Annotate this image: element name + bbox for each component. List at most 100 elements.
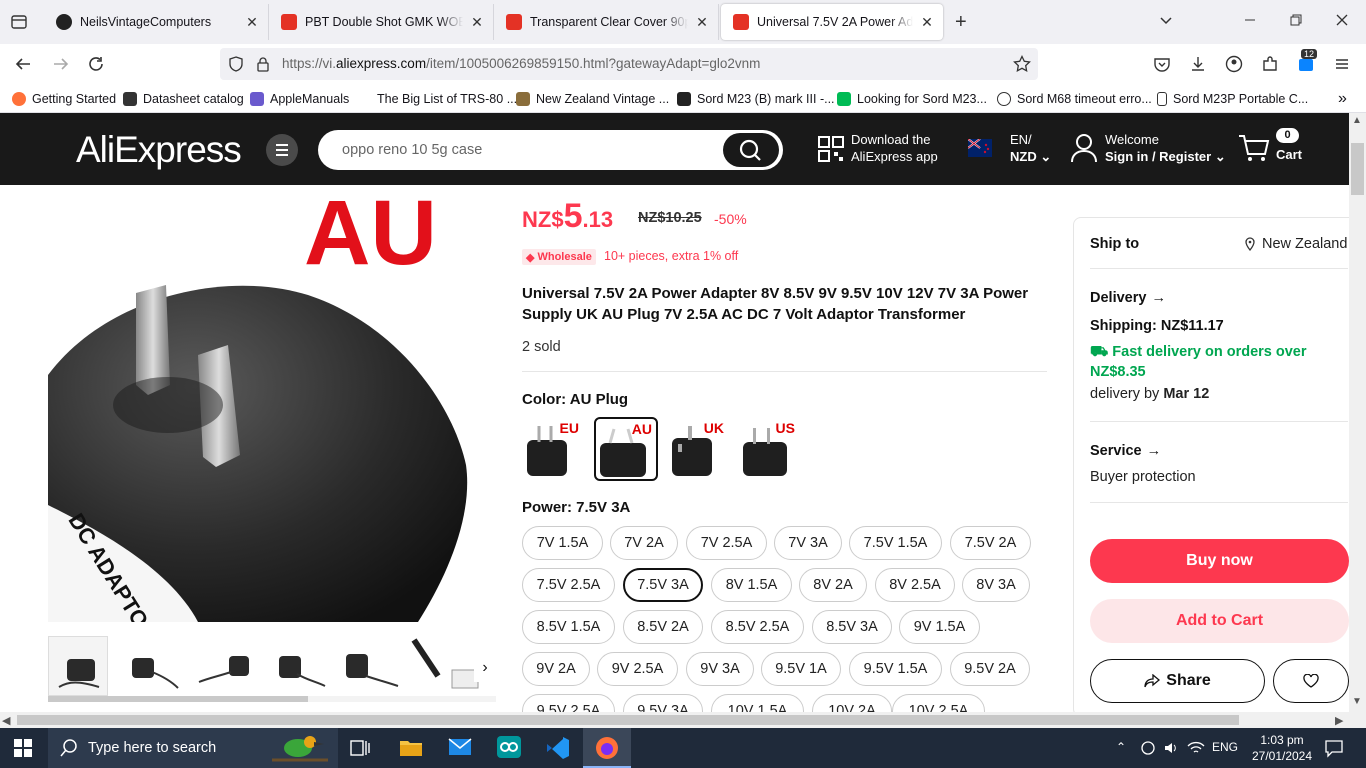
- power-option[interactable]: 8V 2.5A: [875, 568, 955, 602]
- star-icon[interactable]: [1013, 55, 1031, 73]
- power-option[interactable]: 8V 2A: [799, 568, 867, 602]
- power-option[interactable]: 10V 1.5A: [711, 694, 804, 712]
- power-option[interactable]: 9V 2A: [522, 652, 590, 686]
- bookmark-applemanuals[interactable]: AppleManuals: [250, 90, 349, 108]
- power-option[interactable]: 9.5V 3A: [623, 694, 703, 712]
- signin-link[interactable]: Sign in / Register: [1105, 149, 1211, 164]
- color-option-eu[interactable]: EU: [523, 418, 583, 478]
- thumbnail[interactable]: [122, 636, 182, 696]
- bookmark-trs80[interactable]: The Big List of TRS-80 ...: [377, 90, 517, 108]
- search-input[interactable]: oppo reno 10 5g case: [318, 130, 783, 170]
- ship-to-selector[interactable]: New Zealand: [1244, 236, 1347, 252]
- power-option[interactable]: 9.5V 1A: [761, 652, 841, 686]
- power-option[interactable]: 8.5V 3A: [812, 610, 892, 644]
- vertical-scrollbar[interactable]: ▲ ▼: [1349, 113, 1366, 728]
- notification-icon[interactable]: [1324, 738, 1344, 758]
- download-icon[interactable]: [1189, 55, 1207, 73]
- power-option[interactable]: 8V 3A: [962, 568, 1030, 602]
- search-button[interactable]: [723, 133, 779, 167]
- close-window-icon[interactable]: [1334, 12, 1350, 28]
- power-option[interactable]: 9.5V 2.5A: [522, 694, 615, 712]
- horizontal-scroll-thumb[interactable]: [17, 715, 1239, 725]
- language-indicator[interactable]: ENG: [1212, 740, 1238, 754]
- power-option[interactable]: 8.5V 2A: [623, 610, 703, 644]
- power-option-selected[interactable]: 7.5V 3A: [623, 568, 703, 602]
- reload-icon[interactable]: [87, 55, 105, 73]
- power-option[interactable]: 7.5V 1.5A: [849, 526, 942, 560]
- power-option[interactable]: 7.5V 2.5A: [522, 568, 615, 602]
- power-option[interactable]: 10V 2A: [812, 694, 892, 712]
- chevron-down-icon[interactable]: [1158, 12, 1174, 28]
- bookmark-datasheet[interactable]: Datasheet catalog: [123, 90, 244, 108]
- color-option-us[interactable]: US: [739, 418, 799, 478]
- color-option-au[interactable]: AU: [594, 417, 658, 481]
- power-option[interactable]: 9V 1.5A: [899, 610, 980, 644]
- firefox-taskbar-button[interactable]: [583, 728, 631, 768]
- menu-icon[interactable]: [1333, 55, 1351, 73]
- tab-list-icon[interactable]: [10, 13, 28, 31]
- power-option[interactable]: 8V 1.5A: [711, 568, 792, 602]
- back-icon[interactable]: [14, 56, 32, 72]
- thumbnail[interactable]: [195, 636, 255, 696]
- product-main-image[interactable]: AU DC ADAPTOR: [48, 185, 496, 622]
- speaker-icon[interactable]: [1163, 740, 1179, 756]
- extension-badge-icon[interactable]: 12: [1297, 49, 1318, 73]
- qr-code-icon[interactable]: [818, 136, 844, 162]
- scroll-right-icon[interactable]: ▶: [1335, 714, 1343, 727]
- thumbnail[interactable]: [269, 636, 329, 696]
- account-icon[interactable]: [1225, 55, 1243, 73]
- scroll-up-icon[interactable]: ▲: [1352, 115, 1362, 126]
- bookmark-sord-m68[interactable]: Sord M68 timeout erro...: [997, 90, 1152, 108]
- download-app-link[interactable]: Download the AliExpress app: [851, 131, 938, 165]
- minimize-icon[interactable]: [1242, 12, 1258, 28]
- bookmark-sord-m23p[interactable]: Sord M23P Portable C...: [1157, 90, 1308, 108]
- tab-neils[interactable]: NeilsVintageComputers ✕: [44, 4, 269, 40]
- network-monitor-icon[interactable]: [1140, 740, 1156, 756]
- power-option[interactable]: 7V 1.5A: [522, 526, 603, 560]
- close-icon[interactable]: ✕: [469, 14, 485, 31]
- wifi-icon[interactable]: [1187, 740, 1205, 756]
- power-option[interactable]: 9V 3A: [686, 652, 754, 686]
- close-icon[interactable]: ✕: [919, 14, 935, 31]
- taskbar-search-input[interactable]: Type here to search: [48, 728, 338, 768]
- power-option[interactable]: 7V 2.5A: [686, 526, 767, 560]
- thumbnail[interactable]: [408, 636, 484, 696]
- category-menu-button[interactable]: [266, 134, 298, 166]
- shield-icon[interactable]: [228, 56, 244, 72]
- language-currency-selector[interactable]: EN/ NZD ⌄: [1010, 131, 1051, 165]
- arduino-icon[interactable]: [497, 736, 521, 758]
- bookmark-sord-m23[interactable]: Looking for Sord M23...: [837, 90, 987, 108]
- buy-now-button[interactable]: Buy now: [1090, 539, 1349, 583]
- forward-icon[interactable]: [52, 56, 70, 72]
- power-option[interactable]: 9V 2.5A: [597, 652, 678, 686]
- close-icon[interactable]: ✕: [244, 14, 260, 31]
- cart-icon[interactable]: [1238, 133, 1270, 163]
- thumbnail[interactable]: [48, 636, 108, 696]
- restore-icon[interactable]: [1288, 12, 1304, 28]
- add-to-cart-button[interactable]: Add to Cart: [1090, 599, 1349, 643]
- power-option[interactable]: 9.5V 1.5A: [849, 652, 942, 686]
- cart-label[interactable]: Cart: [1276, 147, 1302, 162]
- tab-transparent[interactable]: Transparent Clear Cover 90pcs ✕: [494, 4, 719, 40]
- account-menu[interactable]: Welcome Sign in / Register ⌄: [1105, 131, 1226, 165]
- wishlist-button[interactable]: [1273, 659, 1349, 703]
- scroll-down-icon[interactable]: ▼: [1352, 696, 1362, 707]
- more-bookmarks-icon[interactable]: »: [1338, 90, 1347, 108]
- vertical-scroll-thumb[interactable]: [1351, 143, 1364, 195]
- power-option[interactable]: 7.5V 2A: [950, 526, 1031, 560]
- power-option[interactable]: 7V 3A: [774, 526, 842, 560]
- chevron-right-icon[interactable]: ›: [474, 654, 496, 682]
- aliexpress-logo[interactable]: AliExpress: [76, 129, 242, 171]
- chevron-up-icon[interactable]: ⌃: [1116, 740, 1126, 754]
- clock[interactable]: 1:03 pm 27/01/2024: [1250, 732, 1314, 764]
- delivery-link[interactable]: Delivery →: [1090, 290, 1166, 306]
- new-tab-button[interactable]: +: [955, 11, 967, 34]
- power-option[interactable]: 8.5V 1.5A: [522, 610, 615, 644]
- service-link[interactable]: Service →: [1090, 443, 1161, 459]
- share-button[interactable]: Share: [1090, 659, 1265, 703]
- color-option-uk[interactable]: UK: [668, 418, 728, 478]
- bookmark-getting-started[interactable]: Getting Started: [12, 90, 116, 108]
- url-text[interactable]: https://vi.aliexpress.com/item/100500626…: [282, 56, 760, 71]
- lock-icon[interactable]: [256, 56, 270, 72]
- power-option[interactable]: 9.5V 2A: [950, 652, 1030, 686]
